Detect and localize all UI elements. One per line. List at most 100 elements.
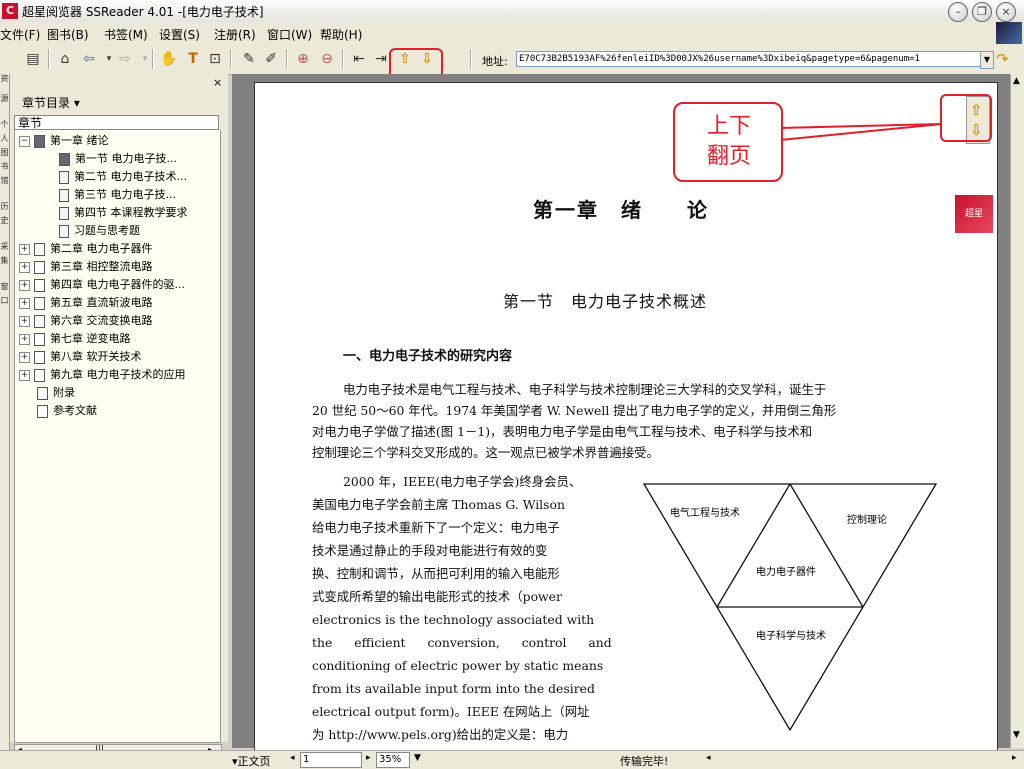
back-arrow-icon[interactable]: ⇦ <box>80 50 98 68</box>
pen-icon[interactable]: ✐ <box>262 50 280 68</box>
toolbar-divider <box>286 49 288 69</box>
menu-file[interactable]: 文件(F) <box>0 26 40 43</box>
tree-node[interactable]: + 第五章 直流斩波电路 <box>19 294 153 312</box>
chapter-directory-dropdown[interactable]: 章节目录 ▾ <box>22 94 80 111</box>
tree-node[interactable]: + 第四章 电力电子器件的驱... <box>19 276 185 294</box>
tree-node[interactable]: 习题与思考题 <box>59 222 140 240</box>
zoom-dropdown-icon[interactable]: ▼ <box>414 753 421 763</box>
zoom-in-icon[interactable]: ⊕ <box>294 50 312 68</box>
tree-node[interactable]: − 第一章 绪论 <box>19 132 109 150</box>
publisher-stamp-logo: 超星 <box>955 195 993 233</box>
annotate-icon[interactable]: ✎ <box>240 50 258 68</box>
vertical-tab-char[interactable]: 馆 <box>0 176 9 185</box>
document-vertical-scrollbar[interactable]: ▲ ▼ <box>1010 74 1024 748</box>
menu-help[interactable]: 帮助(H) <box>320 26 362 43</box>
tree-node[interactable]: + 第八章 软开关技术 <box>19 348 142 366</box>
paragraph-line: 技术是通过静止的手段对电能进行有效的变 <box>312 543 548 558</box>
zoom-out-icon[interactable]: ⊖ <box>318 50 336 68</box>
hand-tool-icon[interactable]: ✋ <box>160 50 178 68</box>
book-icon <box>34 296 45 310</box>
expander-icon[interactable]: + <box>19 333 30 345</box>
vertical-tab-char[interactable]: 集 <box>0 256 9 265</box>
vertical-tab-char[interactable]: 个 <box>0 120 9 129</box>
paragraph-line: 给电力电子技术重新下了一个定义：电力电子 <box>312 520 560 535</box>
diagram-label-right: 控制理论 <box>847 515 887 526</box>
vertical-tab-char[interactable]: 采 <box>0 242 9 251</box>
expander-icon[interactable]: + <box>19 351 30 363</box>
book-icon[interactable]: ▤ <box>24 50 42 68</box>
tree-node[interactable]: 附录 <box>37 384 75 402</box>
tree-node[interactable]: 第三节 电力电子技... <box>59 186 176 204</box>
tree-node[interactable]: + 第三章 相控整流电路 <box>19 258 153 276</box>
menu-window[interactable]: 窗口(W) <box>267 26 312 43</box>
minimize-button[interactable]: – <box>948 2 968 22</box>
tree-node-label: 第三节 电力电子技... <box>74 188 176 201</box>
close-icon[interactable]: × <box>213 76 222 89</box>
inner-left-edge <box>716 483 791 608</box>
tree-node[interactable]: + 第九章 电力电子技术的应用 <box>19 366 186 384</box>
expander-icon[interactable]: + <box>19 243 30 255</box>
expander-icon[interactable]: − <box>19 135 30 147</box>
tree-node[interactable]: 第一节 电力电子技... <box>59 150 177 168</box>
vertical-tab-char[interactable]: 史 <box>0 216 9 225</box>
tree-node[interactable]: + 第二章 电力电子器件 <box>19 240 153 258</box>
first-page-icon[interactable]: ⇤ <box>350 50 368 68</box>
menu-bookmark[interactable]: 书签(M) <box>104 26 148 43</box>
title-bar: C 超星阅览器 SSReader 4.01 -[电力电子技术] – ❐ × <box>0 0 1024 23</box>
menu-register[interactable]: 注册(R) <box>214 26 256 43</box>
tree-node-label: 第八章 软开关技术 <box>50 350 142 363</box>
zoom-level-input[interactable]: 35% <box>376 752 410 768</box>
tree-node-label: 第六章 交流变换电路 <box>50 314 153 327</box>
expander-icon[interactable]: + <box>19 297 30 309</box>
vertical-tab-char[interactable]: 历 <box>0 202 9 211</box>
tree-node[interactable]: + 第七章 逆变电路 <box>19 330 131 348</box>
expander-icon[interactable]: + <box>19 261 30 273</box>
paragraph-line: 式变成所希望的输出电能形式的技术（power <box>312 589 562 604</box>
text-tool-icon[interactable]: T <box>184 50 202 68</box>
tree-node[interactable]: + 第六章 交流变换电路 <box>19 312 153 330</box>
paragraph-line: electronics is the technology associated… <box>312 612 595 627</box>
vertical-tab-char[interactable]: 图 <box>0 148 9 157</box>
tree-node[interactable]: 第四节 本课程教学要求 <box>59 204 188 222</box>
expander-icon[interactable]: + <box>19 369 30 381</box>
tree-node[interactable]: 参考文献 <box>37 402 97 420</box>
home-icon[interactable]: ⌂ <box>56 50 74 68</box>
menu-bar: 文件(F) 图书(B) 书签(M) 设置(S) 注册(R) 窗口(W) 帮助(H… <box>0 22 1024 45</box>
expander-icon[interactable]: + <box>19 279 30 291</box>
status-scroll-right-icon[interactable]: ▸ <box>1012 753 1017 763</box>
status-scroll-left-icon[interactable]: ◂ <box>706 753 711 763</box>
next-page-icon[interactable]: ▸ <box>366 753 371 763</box>
menu-book[interactable]: 图书(B) <box>47 26 89 43</box>
menu-settings[interactable]: 设置(S) <box>159 26 200 43</box>
status-bar: ▾正文页 ◂ 1 ▸ 35% ▼ 传输完毕! ◂ ▸ <box>0 750 1024 769</box>
select-region-icon[interactable]: ⊡ <box>206 50 224 68</box>
close-button[interactable]: × <box>996 2 1016 22</box>
page-icon <box>59 152 70 166</box>
address-input[interactable]: E70C73B2B5193AF%26fenleiID%3D00JX%26user… <box>516 51 984 67</box>
vertical-tab-char[interactable]: 书 <box>0 162 9 171</box>
app-icon: C <box>2 3 18 19</box>
last-page-icon[interactable]: ⇥ <box>372 50 390 68</box>
book-icon <box>37 404 48 418</box>
view-mode-dropdown[interactable]: ▾正文页 <box>232 753 271 769</box>
go-arrow-icon[interactable]: ↷ <box>996 50 1009 68</box>
page-number-input[interactable]: 1 <box>300 752 362 768</box>
tree-node-label: 附录 <box>53 386 75 399</box>
prev-page-icon[interactable]: ◂ <box>290 753 295 763</box>
paragraph-line: 美国电力电子学会前主席 Thomas G. Wilson <box>312 497 565 512</box>
tree-node[interactable]: 第二节 电力电子技术... <box>59 168 187 186</box>
restore-button[interactable]: ❐ <box>972 2 992 22</box>
address-dropdown-button[interactable]: ▼ <box>980 51 994 69</box>
scroll-down-icon[interactable]: ▼ <box>1013 730 1020 740</box>
paragraph-line: conditioning of electric power by static… <box>312 658 604 673</box>
vertical-tab-char[interactable]: 窗 <box>0 282 9 291</box>
forward-arrow-icon[interactable]: ⇨ <box>116 50 134 68</box>
vertical-tab-char[interactable]: 口 <box>0 296 9 305</box>
expander-icon[interactable]: + <box>19 315 30 327</box>
scroll-up-icon[interactable]: ▲ <box>1013 76 1020 86</box>
vertical-tab-char[interactable]: 资 <box>0 74 9 83</box>
book-icon <box>34 278 45 292</box>
tree-node-label: 习题与思考题 <box>74 224 140 237</box>
vertical-tab-char[interactable]: 源 <box>0 94 9 103</box>
vertical-tab-char[interactable]: 人 <box>0 134 9 143</box>
